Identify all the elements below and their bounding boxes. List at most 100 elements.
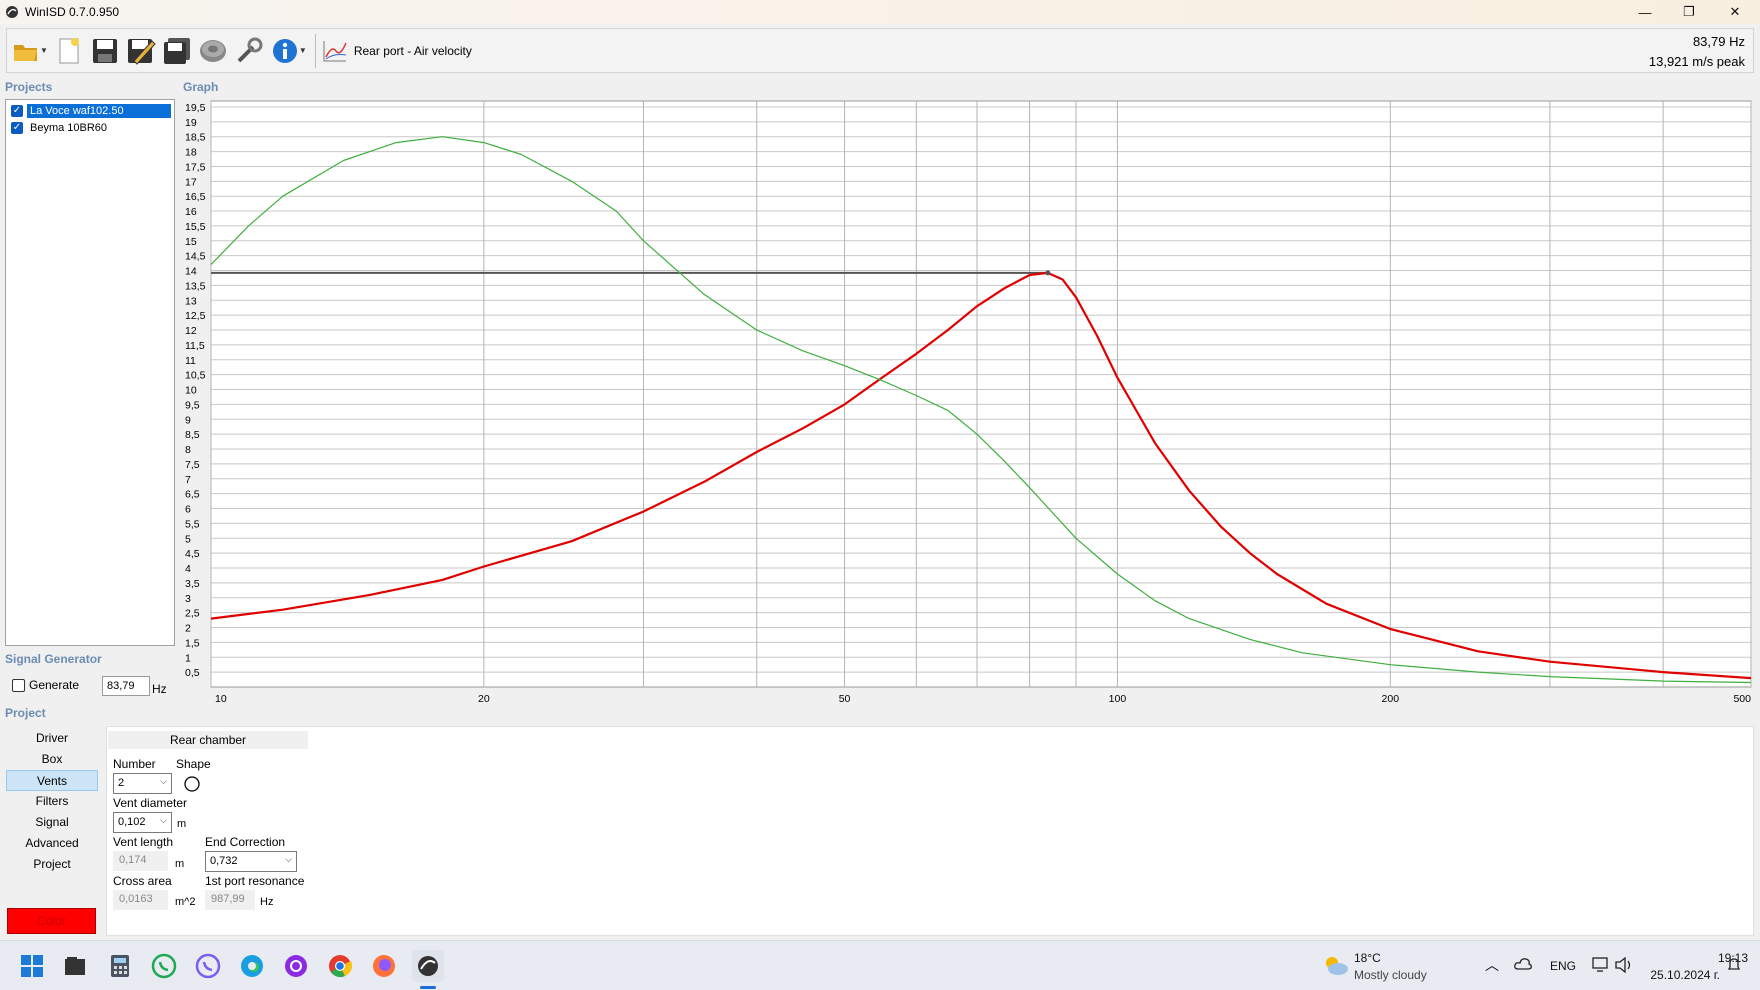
nav-box[interactable]: Box <box>6 749 98 770</box>
number-value: 2 <box>118 777 125 789</box>
save-as-icon[interactable] <box>124 33 158 69</box>
project-item[interactable]: ✓ Beyma 10BR60 <box>8 119 172 136</box>
tools-icon[interactable] <box>232 33 266 69</box>
signal-generator-label: Signal Generator <box>5 652 102 666</box>
chrome-icon[interactable] <box>324 950 356 982</box>
winisd-icon[interactable] <box>412 950 444 982</box>
y-tick-label: 11 <box>185 355 196 367</box>
save-all-icon[interactable] <box>160 33 194 69</box>
y-tick-label: 10,5 <box>185 370 206 382</box>
generate-checkbox[interactable]: Generate <box>12 678 79 692</box>
info-icon[interactable] <box>268 33 302 69</box>
y-tick-label: 6,5 <box>185 489 200 501</box>
notification-bell-icon[interactable] <box>1726 957 1742 973</box>
vent-length-label: Vent length <box>113 835 174 849</box>
cursor-marker <box>1045 270 1051 276</box>
y-tick-label: 0,5 <box>185 667 200 679</box>
graph-type-selector[interactable]: Rear port - Air velocity <box>322 39 472 63</box>
rear-chamber-header: Rear chamber <box>108 731 308 749</box>
nav-advanced[interactable]: Advanced <box>6 833 98 854</box>
x-tick-label: 10 <box>215 693 227 705</box>
restore-button[interactable]: ❐ <box>1666 0 1712 24</box>
weather-description[interactable]: Mostly cloudy <box>1354 968 1427 982</box>
y-tick-label: 10 <box>185 385 197 397</box>
firefox-icon[interactable] <box>368 950 400 982</box>
title-bar: WinISD 0.7.0.950 — ❐ ✕ <box>0 0 1760 24</box>
file-explorer-icon[interactable] <box>59 950 91 982</box>
viber-icon[interactable] <box>192 950 224 982</box>
port-resonance-unit: Hz <box>260 896 274 908</box>
chevron-down-icon: ⌵ <box>160 815 167 825</box>
volume-icon[interactable] <box>1614 957 1634 973</box>
color-button[interactable]: Color <box>7 908 96 934</box>
open-dropdown-arrow-icon[interactable]: ▼ <box>40 46 48 55</box>
new-project-icon[interactable] <box>52 33 86 69</box>
window-title: WinISD 0.7.0.950 <box>25 5 120 19</box>
x-tick-label: 100 <box>1109 693 1127 705</box>
chevron-down-icon: ⌵ <box>285 854 292 864</box>
y-tick-label: 4 <box>185 563 191 575</box>
y-tick-label: 9 <box>185 414 191 426</box>
clock-date[interactable]: 25.10.2024 г. <box>1648 968 1720 982</box>
x-tick-label: 50 <box>839 693 851 705</box>
signal-frequency-input[interactable]: 83,79 <box>102 676 150 696</box>
round-shape-icon[interactable] <box>184 776 200 792</box>
cloud-icon[interactable] <box>1514 957 1532 971</box>
language-indicator[interactable]: ENG <box>1550 959 1576 973</box>
project-label: Project <box>5 706 46 720</box>
number-select[interactable]: 2 ⌵ <box>113 773 172 794</box>
cross-area-field: 0,0163 <box>113 890 168 910</box>
y-tick-label: 5,5 <box>185 518 200 530</box>
nav-filters[interactable]: Filters <box>6 791 98 812</box>
nav-vents[interactable]: Vents <box>6 770 98 791</box>
checkbox-checked-icon[interactable]: ✓ <box>11 104 23 117</box>
chevron-up-icon[interactable]: ︿ <box>1485 955 1499 975</box>
close-button[interactable]: ✕ <box>1712 0 1758 24</box>
y-tick-label: 1,5 <box>185 637 200 649</box>
whatsapp-icon[interactable] <box>148 950 180 982</box>
graph-label: Graph <box>183 80 219 94</box>
nav-driver[interactable]: Driver <box>6 728 98 749</box>
y-tick-label: 14,5 <box>185 251 206 263</box>
minimize-button[interactable]: — <box>1622 0 1668 24</box>
y-tick-label: 12,5 <box>185 310 206 322</box>
graph-type-icon <box>323 40 347 61</box>
end-correction-select[interactable]: 0,732 ⌵ <box>205 851 297 872</box>
x-tick-label: 200 <box>1382 693 1400 705</box>
project-nav: Driver Box Vents Filters Signal Advanced… <box>6 728 98 875</box>
info-dropdown-arrow-icon[interactable]: ▼ <box>299 46 307 55</box>
checkbox-checked-icon[interactable]: ✓ <box>11 121 23 134</box>
y-tick-label: 5 <box>185 533 191 545</box>
shape-label: Shape <box>176 757 211 771</box>
checkbox-unchecked-icon[interactable] <box>12 678 25 692</box>
vent-diameter-select[interactable]: 0,102 ⌵ <box>113 812 172 833</box>
nav-project[interactable]: Project <box>6 854 98 875</box>
end-correction-value: 0,732 <box>210 855 238 867</box>
calculator-icon[interactable] <box>104 950 136 982</box>
chevron-down-icon: ⌵ <box>160 776 167 786</box>
graph-area[interactable]: 0,5 1 1,5 2 2,5 3 3,5 4 4,5 5 5,5 6 6,5 7 7,5 8 8,5 9 9,5 1… <box>176 96 1756 706</box>
podcast-app-icon[interactable] <box>280 950 312 982</box>
y-tick-label: 2,5 <box>185 608 200 620</box>
nav-signal[interactable]: Signal <box>6 812 98 833</box>
y-tick-label: 15,5 <box>185 221 206 233</box>
network-icon[interactable] <box>1592 957 1610 973</box>
air-velocity-chart[interactable]: 0,511,522,533,544,555,566,577,588,599,51… <box>176 96 1756 706</box>
y-tick-label: 3 <box>185 593 191 605</box>
vent-diameter-value: 0,102 <box>118 816 146 828</box>
y-tick-label: 3,5 <box>185 578 200 590</box>
port-resonance-label: 1st port resonance <box>205 874 305 888</box>
weather-cloudy-icon[interactable] <box>1322 953 1350 977</box>
open-folder-icon[interactable] <box>9 33 43 69</box>
windows-start-icon[interactable] <box>16 950 48 982</box>
y-tick-label: 8,5 <box>185 429 200 441</box>
y-tick-label: 1 <box>185 652 191 664</box>
projects-list[interactable]: ✓ La Voce waf102.50 ✓ Beyma 10BR60 <box>5 99 175 646</box>
project-item[interactable]: ✓ La Voce waf102.50 <box>8 102 172 119</box>
vent-diameter-label: Vent diameter <box>113 796 188 810</box>
project-name: La Voce waf102.50 <box>27 103 171 118</box>
driver-editor-icon[interactable] <box>196 33 230 69</box>
weather-temp[interactable]: 18°C <box>1354 951 1381 965</box>
edge-icon[interactable] <box>236 950 268 982</box>
save-icon[interactable] <box>88 33 122 69</box>
